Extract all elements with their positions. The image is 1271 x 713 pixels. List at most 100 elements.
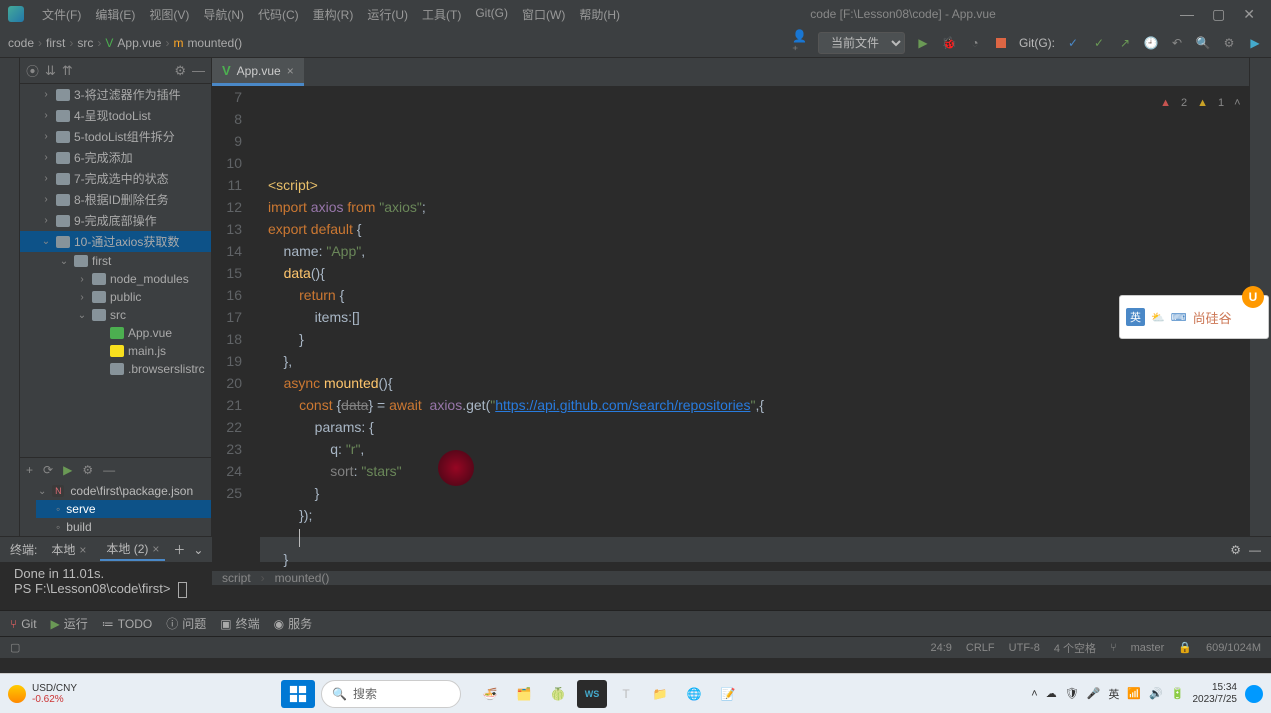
ime-language[interactable]: 英 (1126, 308, 1145, 326)
debug-icon[interactable]: 🐞 (941, 35, 957, 51)
maximize-button[interactable]: ▢ (1212, 6, 1225, 23)
start-button[interactable] (281, 680, 315, 708)
expand-all-icon[interactable]: ⇊ (45, 63, 56, 79)
app-notes-icon[interactable]: 📝 (713, 680, 743, 708)
tree-item[interactable]: ›3-将过滤器作为插件 (20, 84, 211, 105)
search-icon[interactable]: 🔍 (1195, 35, 1211, 51)
tree-item[interactable]: ›9-完成底部操作 (20, 210, 211, 231)
crumb-module[interactable]: first (46, 36, 65, 50)
menu-view[interactable]: 视图(V) (143, 4, 195, 25)
tree-item[interactable]: ›4-呈现todoList (20, 105, 211, 126)
ime-widget[interactable]: U 英 ⛅ ⌨ 尚硅谷 (1119, 295, 1269, 339)
tab-app-vue[interactable]: V App.vue × (212, 58, 304, 86)
new-terminal-icon[interactable]: ＋ (173, 541, 185, 558)
menu-tools[interactable]: 工具(T) (416, 4, 467, 25)
close-icon[interactable]: × (152, 542, 159, 556)
lock-icon[interactable]: 🔒 (1178, 641, 1192, 654)
tray-chat-icon[interactable] (1245, 685, 1263, 703)
rollback-icon[interactable]: ↶ (1169, 35, 1185, 51)
terminal-tab-2[interactable]: 本地 (2)× (100, 538, 165, 561)
npm-package-node[interactable]: ⌄ N code\first\package.json (36, 482, 211, 500)
update-icon[interactable]: ✓ (1065, 35, 1081, 51)
app-melon-icon[interactable]: 🍈 (543, 680, 573, 708)
push-icon[interactable]: ↗ (1117, 35, 1133, 51)
crumb-src[interactable]: src (77, 36, 93, 50)
commit-icon[interactable]: ✓ (1091, 35, 1107, 51)
npm-run-icon[interactable]: ▶ (63, 463, 72, 477)
line-separator[interactable]: CRLF (966, 642, 995, 654)
tree-item[interactable]: ⌄first (20, 252, 211, 270)
close-icon[interactable]: × (79, 543, 86, 557)
bc-script[interactable]: script (222, 571, 251, 585)
menu-file[interactable]: 文件(F) (36, 4, 87, 25)
app-food-icon[interactable]: 🍜 (475, 680, 505, 708)
tree-item[interactable]: main.js (20, 342, 211, 360)
tool-terminal[interactable]: ▣终端 (220, 615, 259, 632)
terminal-dropdown-icon[interactable]: ⌄ (193, 543, 203, 557)
menu-run[interactable]: 运行(U) (361, 4, 414, 25)
tool-problems[interactable]: ⓘ问题 (166, 615, 206, 632)
menu-git[interactable]: Git(G) (469, 4, 514, 25)
add-user-icon[interactable]: 👤⁺ (792, 35, 808, 51)
tree-item[interactable]: App.vue (20, 324, 211, 342)
tray-wifi-icon[interactable]: 📶 (1127, 687, 1141, 700)
tree-item[interactable]: .browserslistrc (20, 360, 211, 378)
tree-item[interactable]: ›public (20, 288, 211, 306)
tray-lang-icon[interactable]: 英 (1108, 686, 1119, 702)
npm-refresh-icon[interactable]: ⟳ (43, 463, 53, 477)
hide-panel-icon[interactable]: — (192, 63, 205, 78)
file-encoding[interactable]: UTF-8 (1009, 642, 1040, 654)
crumb-file[interactable]: App.vue (117, 36, 161, 50)
history-icon[interactable]: 🕘 (1143, 35, 1159, 51)
menu-refactor[interactable]: 重构(R) (307, 4, 360, 25)
select-opened-icon[interactable]: ⦿ (26, 61, 39, 80)
tray-chevron-icon[interactable]: ˄ (1031, 688, 1037, 700)
bc-method[interactable]: mounted() (275, 571, 330, 585)
npm-add-icon[interactable]: + (26, 463, 33, 477)
menu-navigate[interactable]: 导航(N) (197, 4, 250, 25)
run-icon[interactable]: ▶ (915, 35, 931, 51)
tree-item[interactable]: ›5-todoList组件拆分 (20, 126, 211, 147)
menu-code[interactable]: 代码(C) (252, 4, 305, 25)
run-config-select[interactable]: 当前文件 (818, 32, 905, 54)
tool-run[interactable]: ▶运行 (51, 615, 88, 632)
menu-window[interactable]: 窗口(W) (516, 4, 571, 25)
taskbar-clock[interactable]: 15:34 2023/7/25 (1193, 682, 1238, 706)
taskbar-search[interactable]: 🔍 搜索 (321, 680, 461, 708)
tool-services[interactable]: ◉服务 (274, 615, 313, 632)
settings-icon[interactable]: ⚙ (1221, 35, 1237, 51)
menu-edit[interactable]: 编辑(E) (89, 4, 141, 25)
close-button[interactable]: ✕ (1243, 6, 1255, 23)
stop-icon[interactable] (993, 35, 1009, 51)
npm-script-build[interactable]: ◦ build (36, 518, 211, 536)
tree-item[interactable]: ›8-根据ID删除任务 (20, 189, 211, 210)
git-branch[interactable]: master (1131, 642, 1165, 654)
menu-help[interactable]: 帮助(H) (573, 4, 626, 25)
npm-hide-icon[interactable]: — (103, 463, 115, 477)
app-text-icon[interactable]: T (611, 680, 641, 708)
tree-item[interactable]: ›node_modules (20, 270, 211, 288)
crumb-method[interactable]: mounted() (187, 36, 242, 50)
app-explorer-icon[interactable]: 🗂️ (509, 680, 539, 708)
tool-todo[interactable]: ≔TODO (102, 617, 152, 631)
collapse-all-icon[interactable]: ⇈ (62, 63, 73, 79)
tree-item[interactable]: ⌄10-通过axios获取数 (20, 231, 211, 252)
tray-security-icon[interactable]: 🛡 (1065, 687, 1079, 700)
app-chrome-icon[interactable]: 🌐 (679, 680, 709, 708)
weather-widget[interactable]: USD/CNY -0.62% (32, 683, 77, 705)
tray-battery-icon[interactable]: 🔋 (1171, 687, 1185, 700)
app-files-icon[interactable]: 📁 (645, 680, 675, 708)
memory-indicator[interactable]: 609/1024M (1206, 642, 1261, 654)
status-box-icon[interactable]: ▢ (10, 641, 20, 654)
tree-item[interactable]: ›6-完成添加 (20, 147, 211, 168)
indent-setting[interactable]: 4 个空格 (1054, 640, 1096, 656)
tray-cloud-icon[interactable]: ☁ (1046, 687, 1057, 700)
tree-item[interactable]: ⌄src (20, 306, 211, 324)
npm-settings-icon[interactable]: ⚙ (82, 463, 93, 477)
tray-volume-icon[interactable]: 🔊 (1149, 687, 1163, 700)
terminal-tab-1[interactable]: 本地× (45, 539, 92, 560)
code-editor[interactable]: ▲2 ▲1 ˄ ˅ 789101112131415161718192021222… (212, 86, 1271, 570)
tool-git[interactable]: ⑂Git (10, 617, 37, 631)
close-tab-icon[interactable]: × (287, 64, 294, 78)
play-icon[interactable]: ▶ (1247, 35, 1263, 51)
